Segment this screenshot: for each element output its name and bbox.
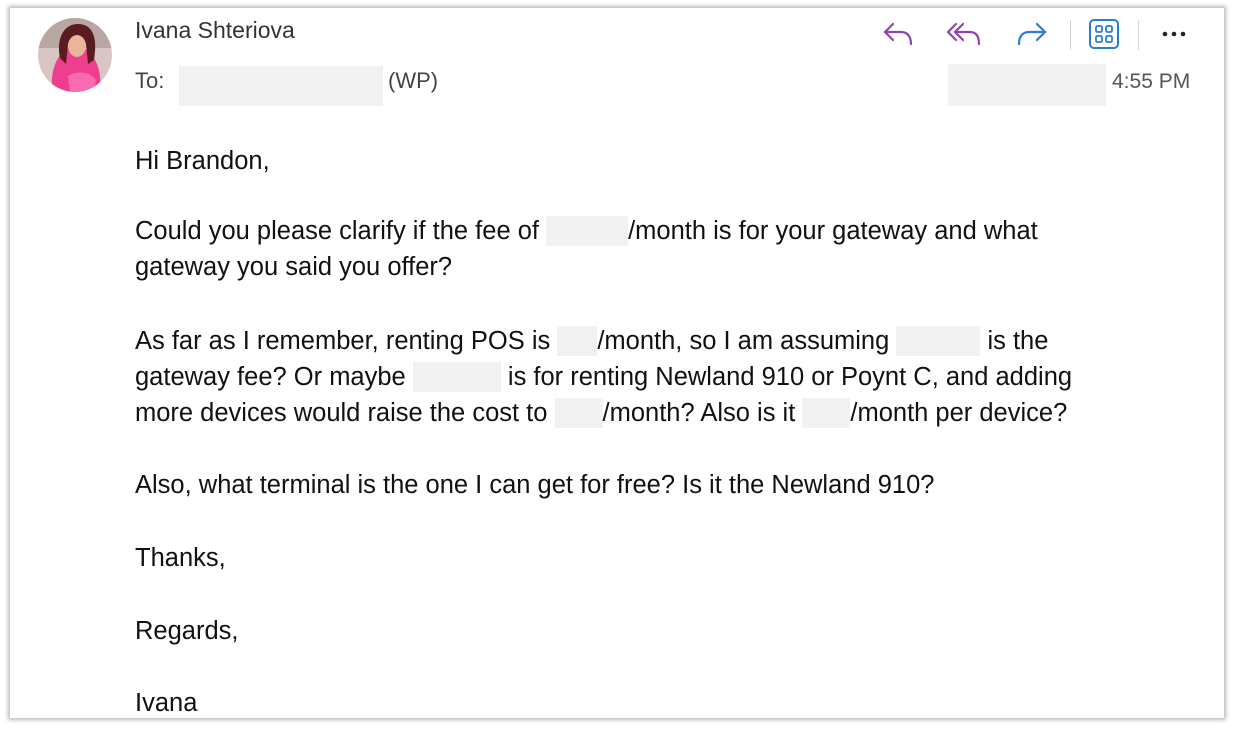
more-button[interactable] xyxy=(1154,16,1194,52)
redacted-amount xyxy=(554,398,603,428)
body-text: Could you please clarify if the fee of xyxy=(135,217,547,245)
redacted-amount xyxy=(412,362,501,392)
closing-thanks: Thanks, xyxy=(135,544,226,572)
redacted-amount xyxy=(802,398,851,428)
body-text: gateway fee? Or maybe xyxy=(135,363,413,391)
body-text: /month? Also is it xyxy=(602,399,803,427)
reply-icon xyxy=(883,22,913,46)
body-text: is the xyxy=(980,327,1049,355)
paragraph-line: As far as I remember, renting POS is /mo… xyxy=(135,323,1048,359)
greeting: Hi Brandon, xyxy=(135,147,270,175)
reply-all-icon xyxy=(946,22,981,46)
recipient-suffix: (WP) xyxy=(388,68,439,93)
forward-button[interactable] xyxy=(1012,16,1052,52)
email-reading-pane: Ivana Shteriova To: (WP) 4:55 PM Hi Bran… xyxy=(10,8,1224,718)
apps-button[interactable] xyxy=(1084,16,1124,52)
sender-avatar[interactable] xyxy=(38,18,112,92)
redacted-amount xyxy=(896,326,981,356)
body-text: As far as I remember, renting POS is xyxy=(135,327,558,355)
signature: Ivana xyxy=(135,689,198,717)
body-text: more devices would raise the cost to xyxy=(135,399,555,427)
body-text: /month per device? xyxy=(850,399,1068,427)
reply-button[interactable] xyxy=(878,16,918,52)
reply-all-button[interactable] xyxy=(944,16,984,52)
paragraph-line: gateway fee? Or maybe is for renting New… xyxy=(135,359,1072,395)
body-text: /month is for your gateway and what xyxy=(628,217,1038,245)
apps-grid-icon xyxy=(1089,19,1119,49)
paragraph-line: Could you please clarify if the fee of /… xyxy=(135,213,1038,249)
body-text: /month, so I am assuming xyxy=(597,327,897,355)
to-label: To: xyxy=(135,68,165,93)
redacted-amount xyxy=(546,216,629,246)
redacted-recipient xyxy=(179,66,383,106)
toolbar-divider xyxy=(1070,20,1071,50)
toolbar-divider xyxy=(1138,20,1139,50)
paragraph-line: Also, what terminal is the one I can get… xyxy=(135,471,935,499)
closing-regards: Regards, xyxy=(135,617,239,645)
redacted-amount xyxy=(557,326,598,356)
sender-name[interactable]: Ivana Shteriova xyxy=(135,17,295,44)
body-text: is for renting Newland 910 or Poynt C, a… xyxy=(500,363,1073,391)
paragraph-line: more devices would raise the cost to /mo… xyxy=(135,395,1067,431)
paragraph-line: gateway you said you offer? xyxy=(135,253,453,281)
forward-icon xyxy=(1017,22,1047,46)
sent-time: 4:55 PM xyxy=(1112,70,1191,93)
redacted-field xyxy=(948,64,1106,106)
more-icon xyxy=(1162,31,1186,37)
